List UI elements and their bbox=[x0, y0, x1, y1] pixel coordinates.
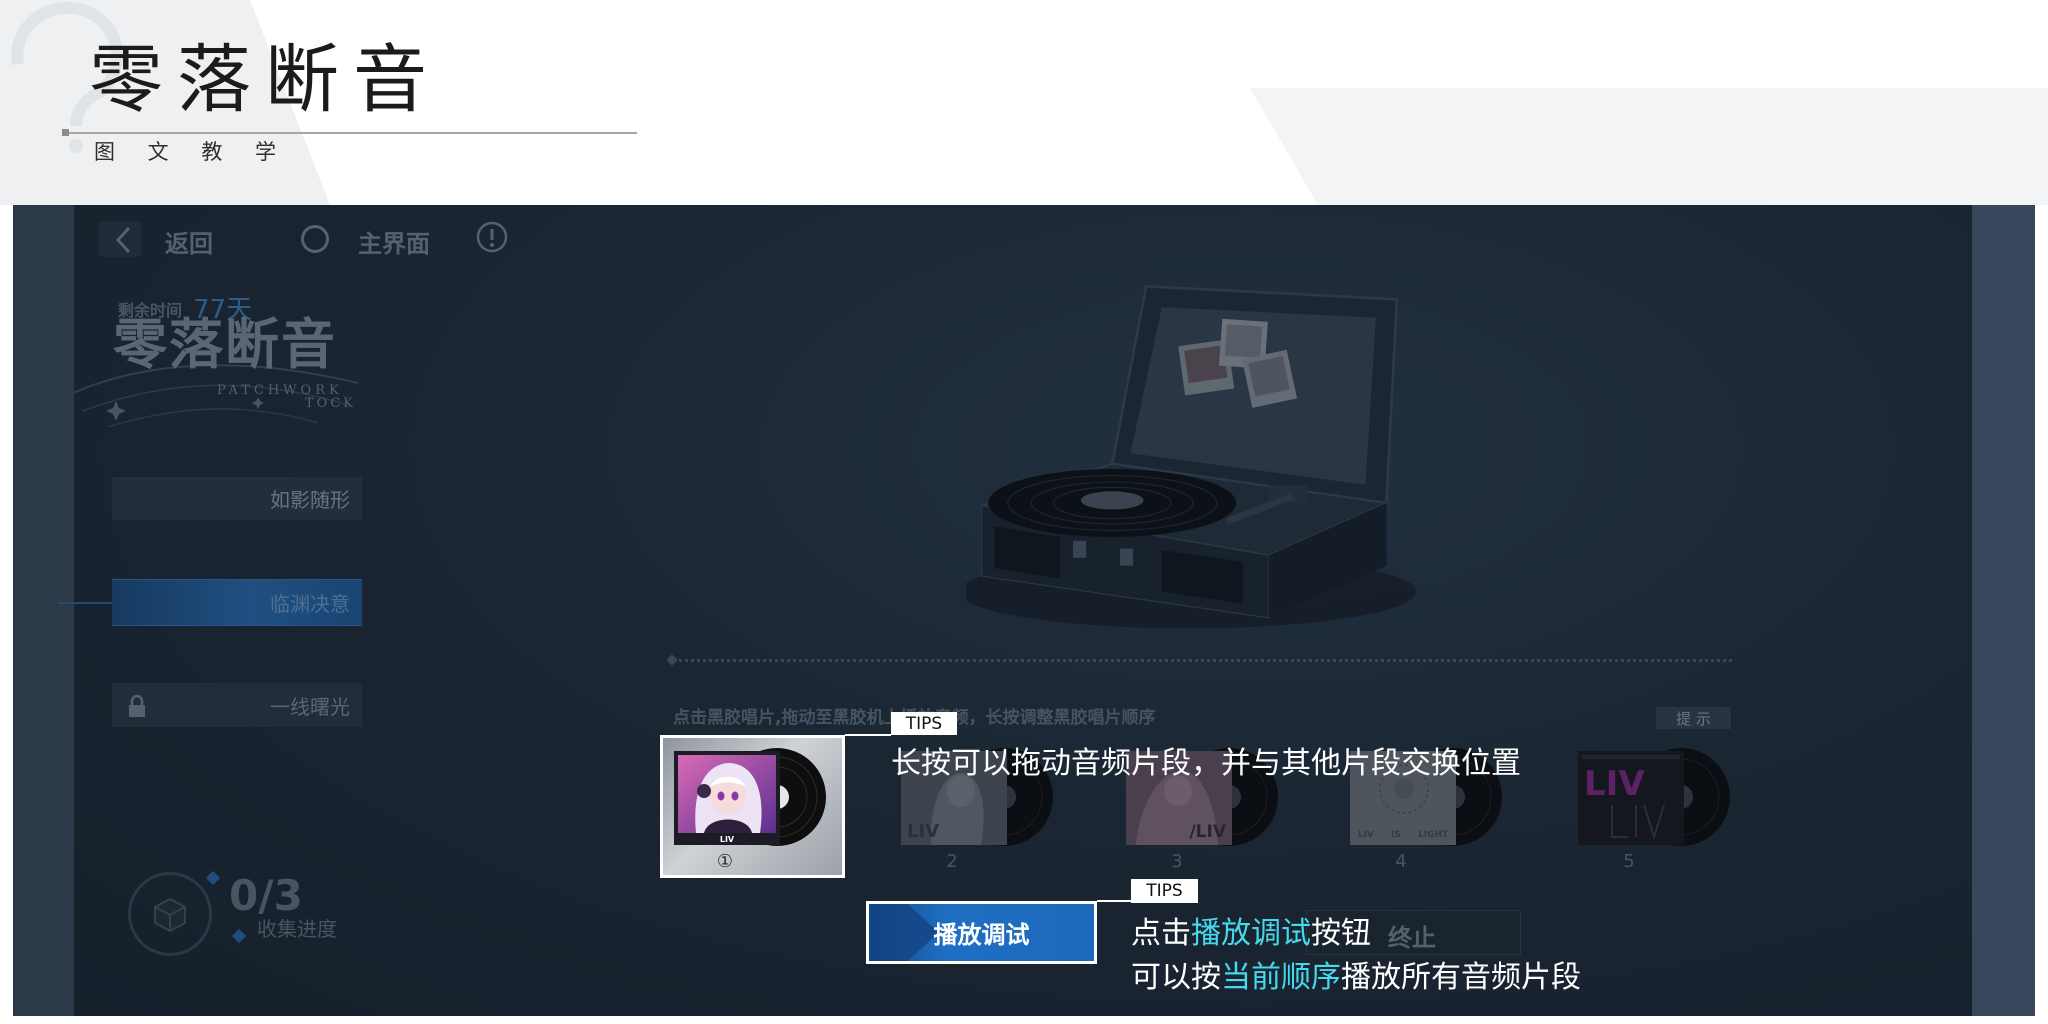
circle-icon[interactable] bbox=[301, 225, 329, 253]
event-logo-subtitle-2: TOCK bbox=[305, 396, 356, 411]
record-cover-text: LIV bbox=[907, 821, 939, 842]
hint-button-label: 提 示 bbox=[1676, 709, 1711, 728]
record-player[interactable] bbox=[966, 281, 1436, 631]
title-underline-dot bbox=[62, 129, 69, 136]
tips-tag: TIPS bbox=[891, 712, 957, 735]
tips-text-highlight: 当前顺序 bbox=[1221, 960, 1341, 995]
menu-item-label: 如影随形 bbox=[270, 488, 350, 512]
screenshot-right-edge bbox=[1972, 205, 2035, 1016]
event-logo-title: 零落断音 bbox=[113, 312, 337, 376]
record-number: ① bbox=[716, 851, 734, 872]
tips-text-drag: 长按可以拖动音频片段，并与其他片段交换位置 bbox=[891, 746, 1521, 781]
lock-icon bbox=[129, 694, 145, 717]
menu-item-0[interactable]: 如影随形 bbox=[112, 477, 362, 520]
dotted-divider bbox=[673, 659, 1734, 662]
record-cover-text: LIV bbox=[720, 835, 735, 844]
page-subtitle: 图 文 教 学 bbox=[94, 140, 290, 164]
record-number: 5 bbox=[1623, 851, 1635, 872]
tips-text-segment: 播放所有音频片段 bbox=[1341, 960, 1581, 995]
play-debug-button-label: 播放调试 bbox=[933, 921, 1030, 949]
tips-text-play-line1: 点击播放调试按钮 bbox=[1131, 916, 1371, 952]
record-cover-5[interactable]: LIV bbox=[1578, 751, 1684, 845]
tips-text-segment: 按钮 bbox=[1311, 916, 1371, 951]
tips-connector-line bbox=[1097, 900, 1131, 902]
record-cover-text: LIV IS LIGHT bbox=[1358, 830, 1449, 840]
hint-button[interactable]: 提 示 bbox=[1656, 707, 1731, 729]
tips-tag: TIPS bbox=[1131, 879, 1198, 903]
record-number: 3 bbox=[1171, 851, 1183, 872]
tips-text-play-line2: 可以按当前顺序播放所有音频片段 bbox=[1131, 960, 1581, 996]
page-title: 零落断音 bbox=[89, 37, 441, 123]
progress-label: 收集进度 bbox=[257, 917, 337, 941]
tips-text-segment: 点击 bbox=[1131, 916, 1191, 951]
home-button-label[interactable]: 主界面 bbox=[358, 224, 430, 259]
tips-connector-line bbox=[845, 734, 891, 736]
cube-icon bbox=[154, 897, 186, 933]
record-cover-text: /LIV bbox=[1189, 822, 1226, 842]
play-debug-button[interactable]: 播放调试 bbox=[866, 901, 1097, 964]
record-number: 2 bbox=[946, 851, 958, 872]
menu-item-label: 临渊决意 bbox=[270, 592, 350, 616]
menu-item-2[interactable]: 一线曙光 bbox=[112, 683, 362, 727]
tips-text-segment: 可以按 bbox=[1131, 960, 1221, 995]
info-icon[interactable] bbox=[475, 220, 509, 254]
menu-selected-marker bbox=[58, 602, 112, 604]
menu-item-1[interactable]: 临渊决意 bbox=[112, 579, 362, 626]
record-number: 4 bbox=[1395, 851, 1407, 872]
tips-text-highlight: 播放调试 bbox=[1191, 916, 1311, 951]
menu-item-label: 一线曙光 bbox=[270, 694, 350, 719]
record-cover-1[interactable]: LIV bbox=[674, 751, 780, 845]
game-screenshot: 返回 主界面 剩余时间 77天 零落断音 PATCHWORK TOCK 如影随形… bbox=[13, 205, 2035, 1016]
stop-button-label: 终止 bbox=[1388, 924, 1436, 952]
record-cover-text: LIV bbox=[1584, 764, 1645, 804]
title-underline bbox=[65, 132, 637, 134]
back-button-label[interactable]: 返回 bbox=[165, 224, 213, 259]
page: 零落断音 图 文 教 学 返回 主界面 剩余时间 77天 零落断音 PATCHW… bbox=[0, 0, 2048, 1024]
chevron-left-icon[interactable] bbox=[114, 225, 134, 255]
